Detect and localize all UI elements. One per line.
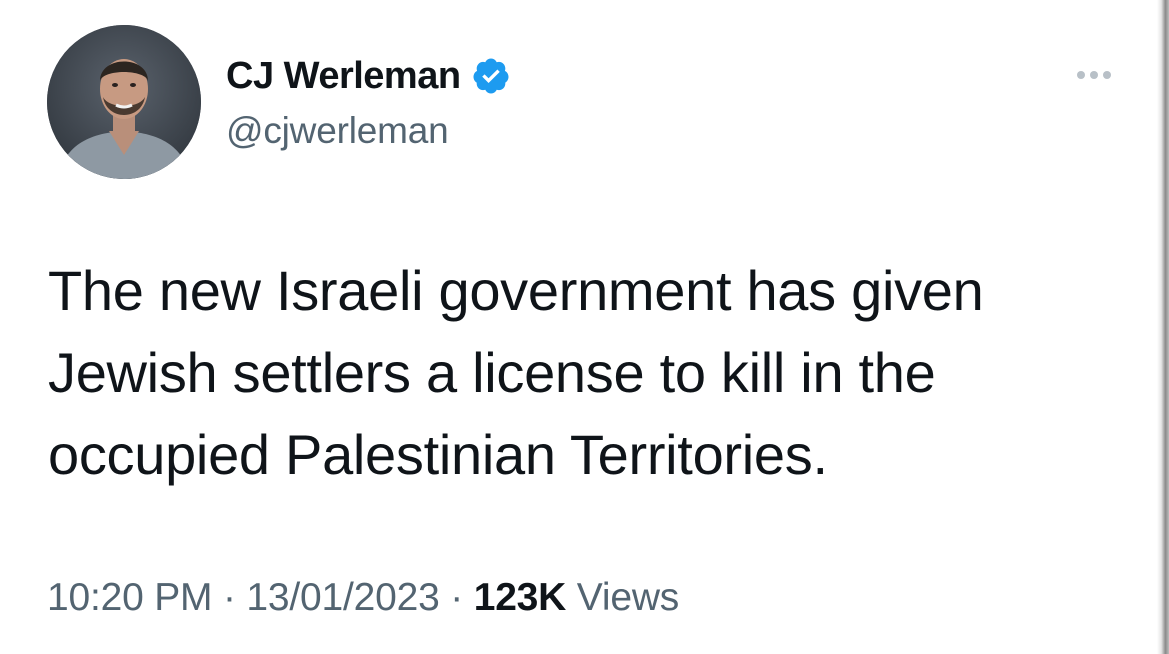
verified-badge-icon: [471, 56, 511, 96]
more-horizontal-icon: [1090, 71, 1098, 79]
author-name-row[interactable]: CJ Werleman: [226, 52, 511, 100]
avatar[interactable]: [47, 25, 201, 179]
tweet-text-line: Jewish settlers a license to kill in the: [48, 341, 936, 404]
tweet-text-line: The new Israeli government has given: [48, 259, 984, 322]
more-horizontal-icon: [1077, 71, 1085, 79]
tweet-date[interactable]: 13/01/2023: [246, 576, 439, 619]
meta-separator: ·: [450, 576, 464, 619]
author-handle[interactable]: @cjwerleman: [226, 108, 449, 154]
author-display-name[interactable]: CJ Werleman: [226, 52, 461, 100]
views-count: 123K: [473, 576, 567, 619]
tweet-text: The new Israeli government has given Jew…: [48, 250, 1138, 496]
tweet-metadata: 10:20 PM · 13/01/2023 · 123K Views: [47, 573, 679, 623]
views-label: Views: [576, 576, 680, 619]
more-options-button[interactable]: [1068, 60, 1120, 90]
more-horizontal-icon: [1103, 71, 1111, 79]
tweet-time[interactable]: 10:20 PM: [47, 576, 213, 619]
tweet-card: CJ Werleman @cjwerleman The new Israeli …: [0, 0, 1169, 654]
scroll-edge: [1157, 0, 1169, 654]
meta-separator: ·: [222, 576, 236, 619]
tweet-text-line: occupied Palestinian Territories.: [48, 423, 828, 486]
